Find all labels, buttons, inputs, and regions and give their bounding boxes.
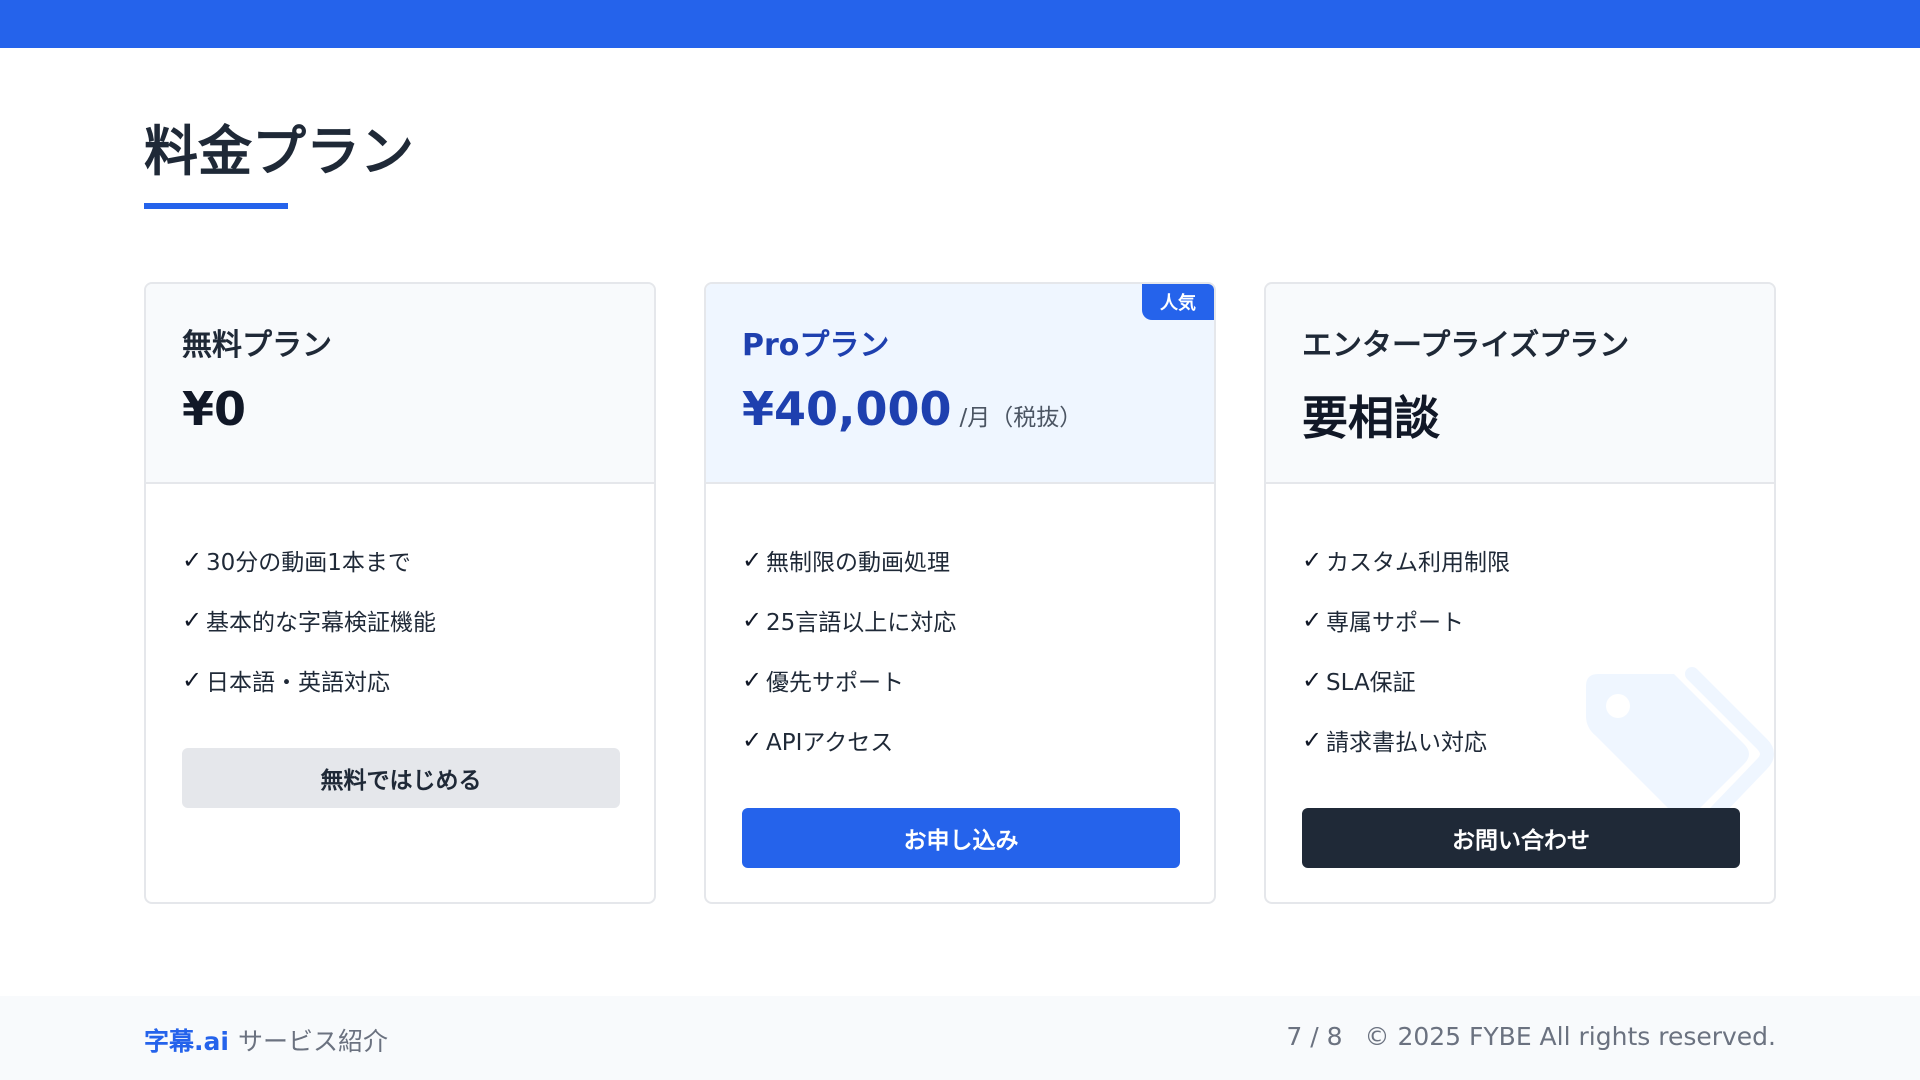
- feature-item: ✓ 30分の動画1本まで: [182, 530, 436, 590]
- check-icon: ✓: [742, 726, 763, 754]
- plan-name: エンタープライズプラン: [1302, 328, 1630, 363]
- price-amount: ¥0: [182, 382, 247, 436]
- check-icon: ✓: [182, 666, 203, 694]
- title-underline: [144, 203, 288, 209]
- plan-header-free: 無料プラン ¥0: [146, 284, 654, 484]
- check-icon: ✓: [182, 546, 203, 574]
- feature-text: 基本的な字幕検証機能: [206, 610, 436, 636]
- feature-item: ✓ 25言語以上に対応: [742, 590, 956, 650]
- check-icon: ✓: [1302, 546, 1323, 574]
- feature-text: 専属サポート: [1326, 610, 1464, 636]
- plan-price: ¥0: [182, 382, 246, 436]
- feature-text: APIアクセス: [766, 730, 894, 756]
- feature-text: SLA保証: [1326, 670, 1416, 696]
- check-icon: ✓: [742, 606, 763, 634]
- footer: 字幕.ai サービス紹介 7 / 8 © 2025 FYBE All right…: [0, 996, 1920, 1080]
- plan-price: ¥40,000 /月（税抜）: [742, 382, 1082, 436]
- feature-item: ✓ 専属サポート: [1302, 590, 1510, 650]
- feature-item: ✓ カスタム利用制限: [1302, 530, 1510, 590]
- feature-text: 優先サポート: [766, 670, 904, 696]
- feature-text: 日本語・英語対応: [206, 670, 390, 696]
- footer-brand-logo: 字幕.ai: [144, 1027, 229, 1056]
- feature-item: ✓ SLA保証: [1302, 650, 1510, 710]
- feature-item: ✓ 請求書払い対応: [1302, 710, 1510, 770]
- check-icon: ✓: [1302, 606, 1323, 634]
- price-amount: 要相談: [1302, 391, 1440, 445]
- popular-badge: 人気: [1142, 284, 1214, 320]
- footer-meta: 7 / 8 © 2025 FYBE All rights reserved.: [1286, 1022, 1776, 1051]
- feature-item: ✓ APIアクセス: [742, 710, 956, 770]
- feature-text: 無制限の動画処理: [766, 550, 950, 576]
- page-title: 料金プラン: [144, 120, 414, 183]
- feature-list: ✓ 30分の動画1本まで ✓ 基本的な字幕検証機能 ✓ 日本語・英語対応: [182, 530, 436, 710]
- plan-card-pro: 人気 Proプラン ¥40,000 /月（税抜） ✓ 無制限の動画処理 ✓ 25…: [704, 282, 1216, 904]
- footer-section-label: サービス紹介: [238, 1027, 389, 1056]
- check-icon: ✓: [1302, 666, 1323, 694]
- plan-card-free: 無料プラン ¥0 ✓ 30分の動画1本まで ✓ 基本的な字幕検証機能 ✓ 日本語…: [144, 282, 656, 904]
- feature-text: 25言語以上に対応: [766, 610, 957, 636]
- feature-item: ✓ 基本的な字幕検証機能: [182, 590, 436, 650]
- check-icon: ✓: [742, 666, 763, 694]
- price-amount: ¥40,000: [742, 382, 952, 436]
- plan-header-enterprise: エンタープライズプラン 要相談: [1266, 284, 1774, 484]
- plan-name: Proプラン: [742, 328, 890, 363]
- check-icon: ✓: [742, 546, 763, 574]
- plan-name: 無料プラン: [182, 328, 332, 363]
- apply-button[interactable]: お申し込み: [742, 808, 1180, 868]
- feature-item: ✓ 日本語・英語対応: [182, 650, 436, 710]
- plan-header-pro: 人気 Proプラン ¥40,000 /月（税抜）: [706, 284, 1214, 484]
- pricing-plans: 無料プラン ¥0 ✓ 30分の動画1本まで ✓ 基本的な字幕検証機能 ✓ 日本語…: [144, 282, 1776, 904]
- plan-card-enterprise: エンタープライズプラン 要相談 ✓ カスタム利用制限 ✓ 専属サポート ✓ SL…: [1264, 282, 1776, 904]
- check-icon: ✓: [182, 606, 203, 634]
- top-accent-bar: [0, 0, 1920, 48]
- feature-item: ✓ 優先サポート: [742, 650, 956, 710]
- feature-text: 請求書払い対応: [1326, 730, 1487, 756]
- plan-price: 要相談: [1302, 382, 1440, 448]
- copyright: © 2025 FYBE All rights reserved.: [1364, 1022, 1777, 1051]
- page-indicator: 7 / 8: [1286, 1022, 1343, 1051]
- feature-list: ✓ カスタム利用制限 ✓ 専属サポート ✓ SLA保証 ✓ 請求書払い対応: [1302, 530, 1510, 770]
- feature-list: ✓ 無制限の動画処理 ✓ 25言語以上に対応 ✓ 優先サポート ✓ APIアクセ…: [742, 530, 956, 770]
- start-free-button[interactable]: 無料ではじめる: [182, 748, 620, 808]
- price-unit: /月（税抜）: [959, 405, 1083, 431]
- check-icon: ✓: [1302, 726, 1323, 754]
- contact-button[interactable]: お問い合わせ: [1302, 808, 1740, 868]
- feature-text: カスタム利用制限: [1326, 550, 1510, 576]
- feature-text: 30分の動画1本まで: [206, 550, 411, 576]
- feature-item: ✓ 無制限の動画処理: [742, 530, 956, 590]
